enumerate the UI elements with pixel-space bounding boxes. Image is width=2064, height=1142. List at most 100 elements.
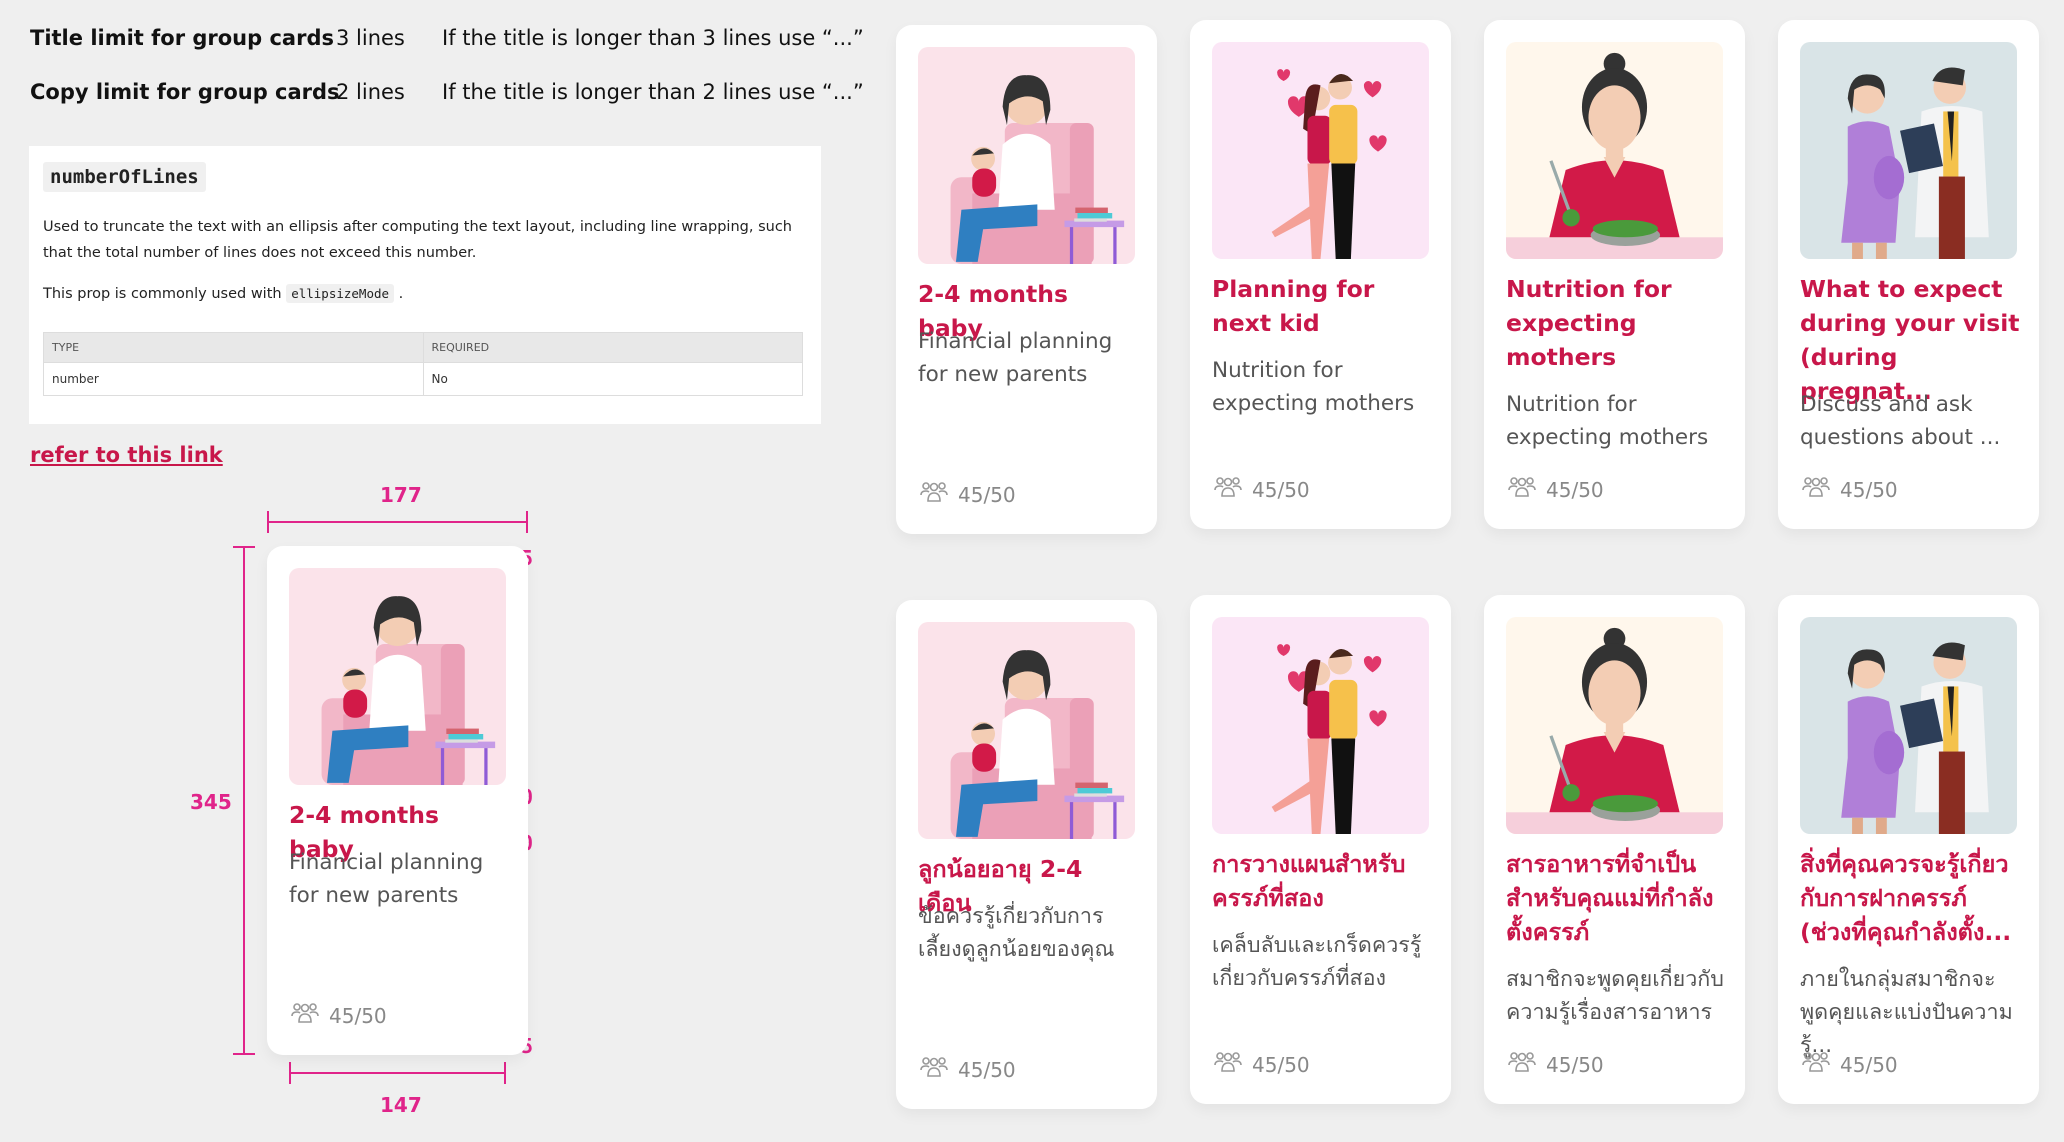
people-icon	[1508, 476, 1536, 503]
card-copy: สมาชิกจะพูดคุยเกี่ยวกับความรู้เรื่องสารอ…	[1506, 967, 1724, 1025]
member-count-value: 45/50	[958, 1057, 1016, 1082]
mother-baby-illustration	[289, 568, 506, 785]
couple-illustration	[1212, 42, 1429, 259]
doctor-illustration	[1800, 42, 2017, 259]
card-image	[289, 568, 506, 785]
dim-tick	[526, 511, 528, 533]
member-count: 45/50	[1802, 476, 1898, 503]
prop-common-usage: This prop is commonly used with ellipsiz…	[43, 284, 404, 303]
spec-value: 3 lines	[336, 26, 405, 50]
spec-note: If the title is longer than 3 lines use …	[442, 26, 864, 50]
cell-type: number	[43, 362, 424, 396]
member-count: 45/50	[1214, 476, 1310, 503]
card-title: Nutrition for expecting mothers	[1506, 275, 1672, 371]
dim-line-content-width	[289, 1072, 506, 1074]
common-code: ellipsizeMode	[286, 284, 395, 303]
card-copy: Nutrition for expecting mothers	[1212, 358, 1415, 416]
member-count-value: 45/50	[1252, 1052, 1310, 1077]
spec-label: Copy limit for group cards	[30, 80, 340, 104]
couple-illustration	[1212, 617, 1429, 834]
member-count: 45/50	[1214, 1051, 1310, 1078]
card-copy: Financial planning for new parents	[918, 329, 1113, 387]
card-copy: Discuss and ask questions about ...	[1800, 392, 2001, 450]
spec-value: 2 lines	[336, 80, 405, 104]
card-image	[918, 47, 1135, 264]
group-card-th[interactable]: การวางแผนสำหรับครรภ์ที่สอง เคล็บลับและเก…	[1190, 595, 1451, 1104]
group-card-th[interactable]: สิ่งที่คุณควรจะรู้เกี่ยวกับการฝากครรภ์ (…	[1778, 595, 2039, 1104]
card-title: Planning for next kid	[1212, 275, 1375, 337]
card-title: สิ่งที่คุณควรจะรู้เกี่ยวกับการฝากครรภ์ (…	[1800, 850, 2012, 946]
common-suffix: .	[398, 286, 404, 302]
card-copy: Nutrition for expecting mothers	[1506, 392, 1709, 450]
nutrition-illustration	[1506, 617, 1723, 834]
dim-card-width: 177	[380, 483, 422, 507]
reference-link[interactable]: refer to this link	[30, 443, 223, 467]
dim-tick	[267, 511, 269, 533]
dim-tick	[233, 546, 255, 548]
mother-baby-illustration	[918, 47, 1135, 264]
prop-name: numberOfLines	[43, 162, 206, 192]
prop-table: TYPE REQUIRED number No	[43, 332, 803, 396]
people-icon	[920, 1056, 948, 1083]
prop-description: Used to truncate the text with an ellips…	[43, 219, 792, 261]
people-icon	[1214, 1051, 1242, 1078]
card-image	[1506, 42, 1723, 259]
member-count-value: 45/50	[1840, 1052, 1898, 1077]
card-copy: Financial planning for new parents	[289, 850, 484, 908]
people-icon	[920, 481, 948, 508]
dim-tick	[504, 1062, 506, 1084]
card-title: การวางแผนสำหรับครรภ์ที่สอง	[1212, 850, 1406, 912]
member-count: 45/50	[920, 481, 1016, 508]
common-prefix: This prop is commonly used with	[43, 286, 282, 302]
member-count-value: 45/50	[1546, 1052, 1604, 1077]
col-header-type: TYPE	[43, 332, 424, 363]
spec-label: Title limit for group cards	[30, 26, 334, 50]
doctor-illustration	[1800, 617, 2017, 834]
nutrition-illustration	[1506, 42, 1723, 259]
group-card[interactable]: Planning for next kid Nutrition for expe…	[1190, 20, 1451, 529]
mother-baby-illustration	[918, 622, 1135, 839]
card-title: สารอาหารที่จำเป็นสำหรับคุณแม่ที่กำลังตั้…	[1506, 850, 1714, 946]
member-count-value: 45/50	[958, 482, 1016, 507]
card-copy: เคล็บลับและเกร็ดควรรู้เกี่ยวกับครรภ์ที่ส…	[1212, 933, 1422, 991]
table-row: number No	[43, 362, 803, 396]
member-count-value: 45/50	[1252, 477, 1310, 502]
card-image	[1506, 617, 1723, 834]
people-icon	[1214, 476, 1242, 503]
spec-note: If the title is longer than 2 lines use …	[442, 80, 864, 104]
dim-content-width: 147	[380, 1093, 422, 1117]
card-image	[1212, 617, 1429, 834]
member-count: 45/50	[291, 1002, 387, 1029]
member-count-value: 45/50	[1840, 477, 1898, 502]
dim-tick	[233, 1053, 255, 1055]
member-count: 45/50	[920, 1056, 1016, 1083]
member-count: 45/50	[1802, 1051, 1898, 1078]
group-card-th[interactable]: สารอาหารที่จำเป็นสำหรับคุณแม่ที่กำลังตั้…	[1484, 595, 1745, 1104]
member-count-value: 45/50	[329, 1003, 387, 1028]
people-icon	[1508, 1051, 1536, 1078]
card-image	[1800, 617, 2017, 834]
cell-required: No	[422, 362, 803, 396]
people-icon	[291, 1002, 319, 1029]
dim-tick	[289, 1062, 291, 1084]
group-card[interactable]: What to expect during your visit (during…	[1778, 20, 2039, 529]
card-copy: ภายในกลุ่มสมาชิกจะพูดคุยและแบ่งปันความรู…	[1800, 967, 2013, 1058]
people-icon	[1802, 1051, 1830, 1078]
card-copy: ข้อควรรู้เกี่ยวกับการเลี้ยงดูลูกน้อยของค…	[918, 904, 1115, 962]
card-image	[1800, 42, 2017, 259]
member-count-value: 45/50	[1546, 477, 1604, 502]
member-count: 45/50	[1508, 1051, 1604, 1078]
dim-line-card-height	[243, 546, 245, 1055]
api-doc-panel: numberOfLines Used to truncate the text …	[29, 146, 821, 424]
group-card[interactable]: 2-4 months baby Financial planning for n…	[896, 25, 1157, 534]
member-count: 45/50	[1508, 476, 1604, 503]
dim-card-height: 345	[190, 790, 232, 814]
dim-line-card-width	[267, 521, 528, 523]
spec-group-card[interactable]: 2-4 months baby Financial planning for n…	[267, 546, 528, 1055]
group-card-th[interactable]: ลูกน้อยอายุ 2-4 เดือน ข้อควรรู้เกี่ยวกับ…	[896, 600, 1157, 1109]
card-image	[918, 622, 1135, 839]
card-image	[1212, 42, 1429, 259]
col-header-required: REQUIRED	[422, 332, 803, 363]
group-card[interactable]: Nutrition for expecting mothers Nutritio…	[1484, 20, 1745, 529]
people-icon	[1802, 476, 1830, 503]
